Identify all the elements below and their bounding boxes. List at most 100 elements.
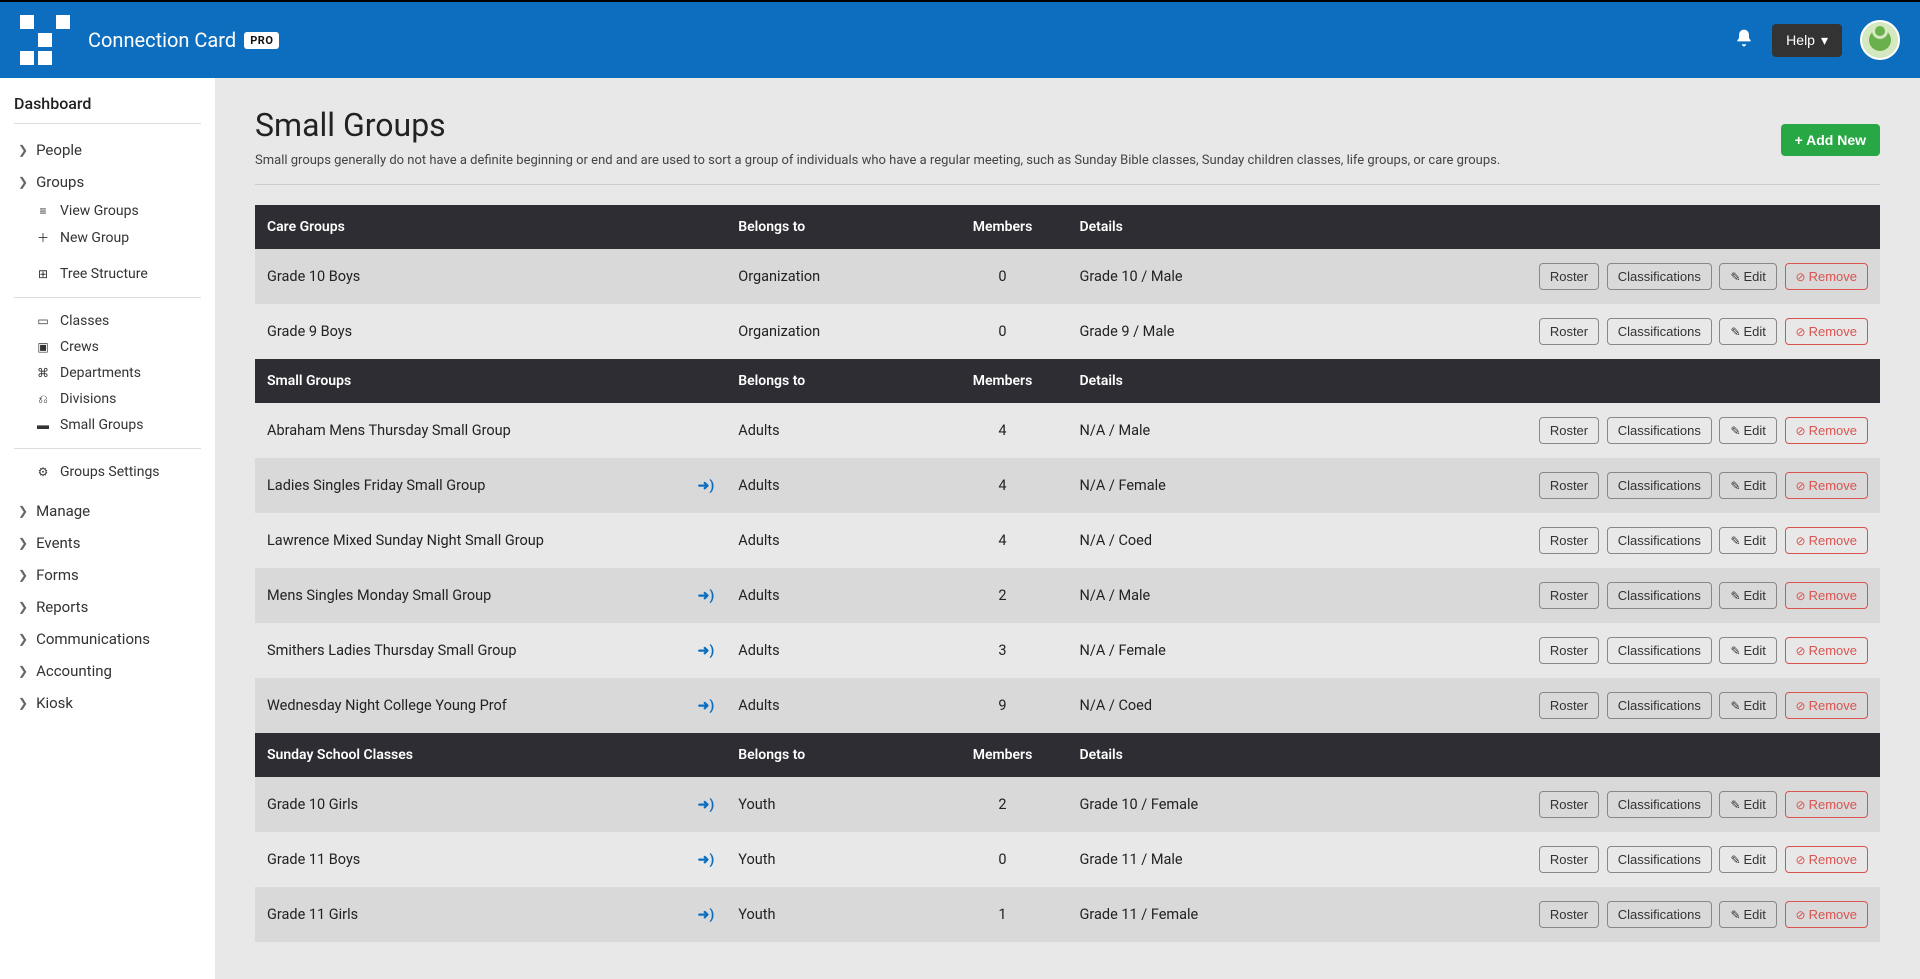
- roster-button[interactable]: Roster: [1539, 901, 1599, 928]
- login-icon[interactable]: ➜): [698, 797, 715, 813]
- remove-button[interactable]: ⊘Remove: [1785, 846, 1868, 873]
- chevron-right-icon: ❯: [18, 664, 28, 678]
- edit-button[interactable]: ✎Edit: [1719, 527, 1776, 554]
- edit-button[interactable]: ✎Edit: [1719, 417, 1776, 444]
- remove-button[interactable]: ⊘Remove: [1785, 637, 1868, 664]
- row-name[interactable]: Abraham Mens Thursday Small Group: [255, 403, 678, 458]
- row-name[interactable]: Lawrence Mixed Sunday Night Small Group: [255, 513, 678, 568]
- column-details: Details: [1068, 359, 1344, 403]
- nav-forms[interactable]: ❯Forms: [14, 559, 201, 591]
- nav-small-groups[interactable]: ▬Small Groups: [14, 412, 201, 438]
- edit-button[interactable]: ✎Edit: [1719, 472, 1776, 499]
- row-name[interactable]: Ladies Singles Friday Small Group: [255, 458, 678, 513]
- row-name[interactable]: Grade 10 Boys: [255, 249, 678, 304]
- classifications-button[interactable]: Classifications: [1607, 692, 1712, 719]
- remove-button[interactable]: ⊘Remove: [1785, 263, 1868, 290]
- row-actions: Roster Classifications ✎Edit ⊘Remove: [1344, 832, 1880, 887]
- login-icon[interactable]: ➜): [698, 907, 715, 923]
- remove-icon: ⊘: [1796, 270, 1806, 284]
- row-members: 4: [938, 513, 1068, 568]
- nav-crews[interactable]: ▣Crews: [14, 334, 201, 360]
- row-members: 2: [938, 568, 1068, 623]
- roster-button[interactable]: Roster: [1539, 318, 1599, 345]
- classifications-button[interactable]: Classifications: [1607, 472, 1712, 499]
- login-icon[interactable]: ➜): [698, 478, 715, 494]
- edit-button[interactable]: ✎Edit: [1719, 318, 1776, 345]
- roster-button[interactable]: Roster: [1539, 846, 1599, 873]
- remove-button[interactable]: ⊘Remove: [1785, 692, 1868, 719]
- roster-button[interactable]: Roster: [1539, 472, 1599, 499]
- login-icon[interactable]: ➜): [698, 698, 715, 714]
- row-name[interactable]: Smithers Ladies Thursday Small Group: [255, 623, 678, 678]
- row-name[interactable]: Grade 11 Girls: [255, 887, 678, 942]
- remove-button[interactable]: ⊘Remove: [1785, 791, 1868, 818]
- classifications-button[interactable]: Classifications: [1607, 846, 1712, 873]
- edit-button[interactable]: ✎Edit: [1719, 692, 1776, 719]
- edit-icon: ✎: [1730, 908, 1740, 922]
- classifications-button[interactable]: Classifications: [1607, 318, 1712, 345]
- login-icon[interactable]: ➜): [698, 643, 715, 659]
- row-name[interactable]: Mens Singles Monday Small Group: [255, 568, 678, 623]
- edit-button[interactable]: ✎Edit: [1719, 582, 1776, 609]
- nav-departments[interactable]: ⌘Departments: [14, 360, 201, 386]
- nav-events[interactable]: ❯Events: [14, 527, 201, 559]
- roster-button[interactable]: Roster: [1539, 692, 1599, 719]
- remove-button[interactable]: ⊘Remove: [1785, 417, 1868, 444]
- remove-button[interactable]: ⊘Remove: [1785, 582, 1868, 609]
- classifications-button[interactable]: Classifications: [1607, 791, 1712, 818]
- table-row: Mens Singles Monday Small Group ➜) Adult…: [255, 568, 1880, 623]
- remove-button[interactable]: ⊘Remove: [1785, 901, 1868, 928]
- nav-classes[interactable]: ▭Classes: [14, 308, 201, 334]
- nav-accounting[interactable]: ❯Accounting: [14, 655, 201, 687]
- remove-button[interactable]: ⊘Remove: [1785, 318, 1868, 345]
- chevron-right-icon: ❯: [18, 568, 28, 582]
- nav-reports[interactable]: ❯Reports: [14, 591, 201, 623]
- nav-divisions[interactable]: ⎌Divisions: [14, 386, 201, 412]
- remove-button[interactable]: ⊘Remove: [1785, 527, 1868, 554]
- edit-button[interactable]: ✎Edit: [1719, 637, 1776, 664]
- column-members: Members: [938, 205, 1068, 249]
- roster-button[interactable]: Roster: [1539, 582, 1599, 609]
- classifications-button[interactable]: Classifications: [1607, 417, 1712, 444]
- login-icon[interactable]: ➜): [698, 588, 715, 604]
- edit-button[interactable]: ✎Edit: [1719, 263, 1776, 290]
- row-belongs: Adults: [726, 513, 937, 568]
- row-name[interactable]: Grade 10 Girls: [255, 777, 678, 832]
- classifications-button[interactable]: Classifications: [1607, 901, 1712, 928]
- nav-communications[interactable]: ❯Communications: [14, 623, 201, 655]
- remove-button[interactable]: ⊘Remove: [1785, 472, 1868, 499]
- row-belongs: Youth: [726, 832, 937, 887]
- nav-view-groups[interactable]: ≡View Groups: [14, 198, 201, 224]
- nav-new-group[interactable]: ＋New Group: [14, 224, 201, 251]
- row-name[interactable]: Grade 11 Boys: [255, 832, 678, 887]
- nav-people[interactable]: ❯People: [14, 134, 201, 166]
- classifications-button[interactable]: Classifications: [1607, 637, 1712, 664]
- roster-button[interactable]: Roster: [1539, 527, 1599, 554]
- nav-tree-structure[interactable]: ⊞Tree Structure: [14, 261, 201, 287]
- help-button[interactable]: Help ▾: [1772, 24, 1842, 57]
- roster-button[interactable]: Roster: [1539, 637, 1599, 664]
- add-new-button[interactable]: + Add New: [1781, 124, 1880, 156]
- row-belongs: Adults: [726, 458, 937, 513]
- remove-icon: ⊘: [1796, 479, 1806, 493]
- nav-groups-settings[interactable]: ⚙Groups Settings: [14, 459, 201, 485]
- avatar[interactable]: [1860, 20, 1900, 60]
- dashboard-link[interactable]: Dashboard: [14, 94, 201, 113]
- roster-button[interactable]: Roster: [1539, 417, 1599, 444]
- edit-icon: ✎: [1730, 479, 1740, 493]
- nav-groups[interactable]: ❯Groups: [14, 166, 201, 198]
- roster-button[interactable]: Roster: [1539, 263, 1599, 290]
- classifications-button[interactable]: Classifications: [1607, 263, 1712, 290]
- classifications-button[interactable]: Classifications: [1607, 582, 1712, 609]
- edit-button[interactable]: ✎Edit: [1719, 901, 1776, 928]
- login-icon[interactable]: ➜): [698, 852, 715, 868]
- classifications-button[interactable]: Classifications: [1607, 527, 1712, 554]
- nav-manage[interactable]: ❯Manage: [14, 495, 201, 527]
- row-name[interactable]: Wednesday Night College Young Prof: [255, 678, 678, 733]
- bell-icon[interactable]: [1734, 28, 1754, 53]
- row-name[interactable]: Grade 9 Boys: [255, 304, 678, 359]
- nav-kiosk[interactable]: ❯Kiosk: [14, 687, 201, 719]
- edit-button[interactable]: ✎Edit: [1719, 791, 1776, 818]
- edit-button[interactable]: ✎Edit: [1719, 846, 1776, 873]
- roster-button[interactable]: Roster: [1539, 791, 1599, 818]
